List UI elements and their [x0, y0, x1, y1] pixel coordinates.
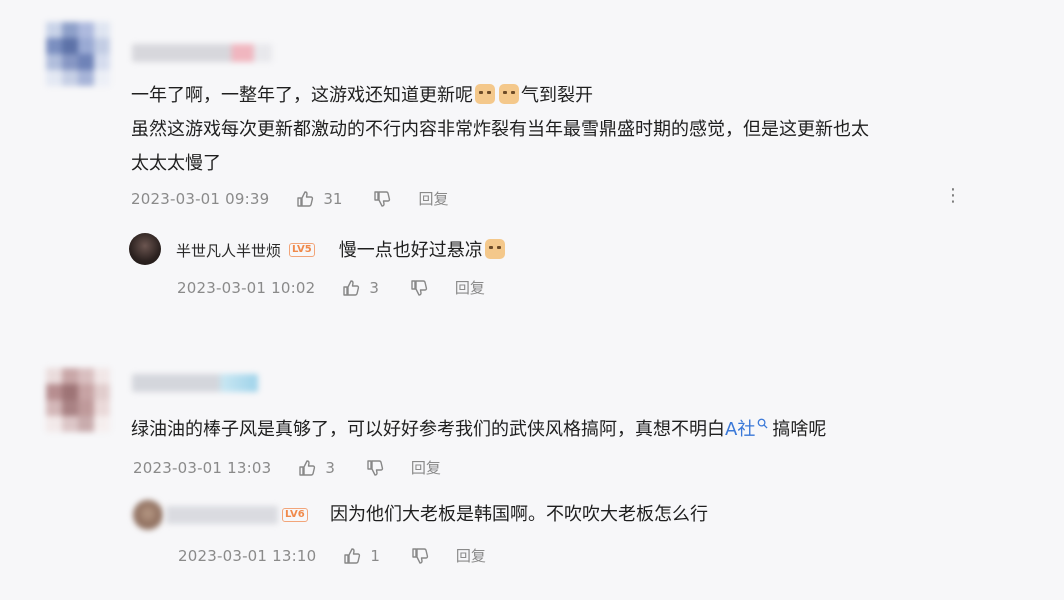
comment-text-line3: 太太太慢了 — [131, 153, 221, 174]
level-badge: LV5 — [289, 243, 315, 257]
timestamp: 2023-03-01 13:10 — [178, 546, 317, 565]
reply-text: 慢一点也好过悬凉 — [339, 239, 507, 261]
search-icon[interactable] — [757, 418, 768, 429]
avatar[interactable] — [46, 368, 110, 432]
cat-emoji-icon — [475, 84, 495, 104]
comment-text-line2: 虽然这游戏每次更新都激动的不行内容非常炸裂有当年最雪鼎盛时期的感觉，但是这更新也… — [131, 119, 869, 140]
like-count: 31 — [323, 189, 343, 208]
like-count: 3 — [325, 458, 335, 477]
thumbs-down-icon[interactable] — [372, 189, 392, 209]
thumbs-up-icon[interactable] — [341, 278, 361, 298]
reply-button[interactable]: 回复 — [418, 188, 448, 209]
comment-text: 一年了啊，一整年了，这游戏还知道更新呢 气到裂开 虽然这游戏每次更新都激动的不行内… — [131, 79, 869, 181]
reply-meta: 2023-03-01 10:02 3 回复 — [177, 277, 485, 298]
comment-text-line1b: 气到裂开 — [521, 85, 593, 106]
more-options-icon[interactable]: ⋮ — [944, 187, 962, 205]
reply-username[interactable] — [166, 506, 278, 524]
reply-text: 因为他们大老板是韩国啊。不吹吹大老板怎么行 — [330, 504, 708, 525]
reply-header: 半世凡人半世烦 LV5 慢一点也好过悬凉 — [176, 239, 507, 261]
comment-meta: 2023-03-01 13:03 3 回复 — [133, 457, 441, 478]
avatar[interactable] — [46, 22, 110, 86]
thumbs-up-icon[interactable] — [297, 458, 317, 478]
comment-text-part-b: 搞啥呢 — [772, 419, 827, 440]
username[interactable] — [132, 374, 258, 392]
thumbs-up-icon[interactable] — [342, 546, 362, 566]
comment-text: 绿油油的棒子风是真够了，可以好好参考我们的武侠风格搞阿，真想不明白A社 搞啥呢 — [131, 413, 826, 447]
timestamp: 2023-03-01 13:03 — [133, 458, 272, 477]
thumbs-down-icon[interactable] — [410, 546, 430, 566]
cat-emoji-icon — [499, 84, 519, 104]
level-badge: LV6 — [282, 508, 308, 522]
like-count: 1 — [370, 546, 380, 565]
like-count: 3 — [369, 278, 379, 297]
reply-avatar[interactable] — [133, 500, 163, 530]
thumbs-up-icon[interactable] — [295, 189, 315, 209]
comment-text-part-a: 绿油油的棒子风是真够了，可以好好参考我们的武侠风格搞阿，真想不明白 — [131, 419, 725, 440]
reply-button[interactable]: 回复 — [455, 277, 485, 298]
reply-button[interactable]: 回复 — [411, 457, 441, 478]
timestamp: 2023-03-01 10:02 — [177, 278, 316, 297]
comment-meta: 2023-03-01 09:39 31 回复 — [131, 188, 448, 209]
reply-username[interactable]: 半世凡人半世烦 — [176, 240, 281, 261]
reply-avatar[interactable] — [129, 233, 161, 265]
cat-emoji-icon — [484, 239, 505, 259]
comment-2: 绿油油的棒子风是真够了，可以好好参考我们的武侠风格搞阿，真想不明白A社 搞啥呢 2… — [0, 340, 1064, 600]
reply-button[interactable]: 回复 — [456, 545, 486, 566]
reply-meta: 2023-03-01 13:10 1 回复 — [178, 545, 486, 566]
hashtag-link[interactable]: A社 — [725, 419, 755, 440]
timestamp: 2023-03-01 09:39 — [131, 189, 270, 208]
thumbs-down-icon[interactable] — [409, 278, 429, 298]
thumbs-down-icon[interactable] — [365, 458, 385, 478]
comment-1: 一年了啊，一整年了，这游戏还知道更新呢 气到裂开 虽然这游戏每次更新都激动的不行内… — [0, 0, 1064, 320]
comment-text-line1a: 一年了啊，一整年了，这游戏还知道更新呢 — [131, 85, 473, 106]
username[interactable] — [132, 44, 272, 62]
